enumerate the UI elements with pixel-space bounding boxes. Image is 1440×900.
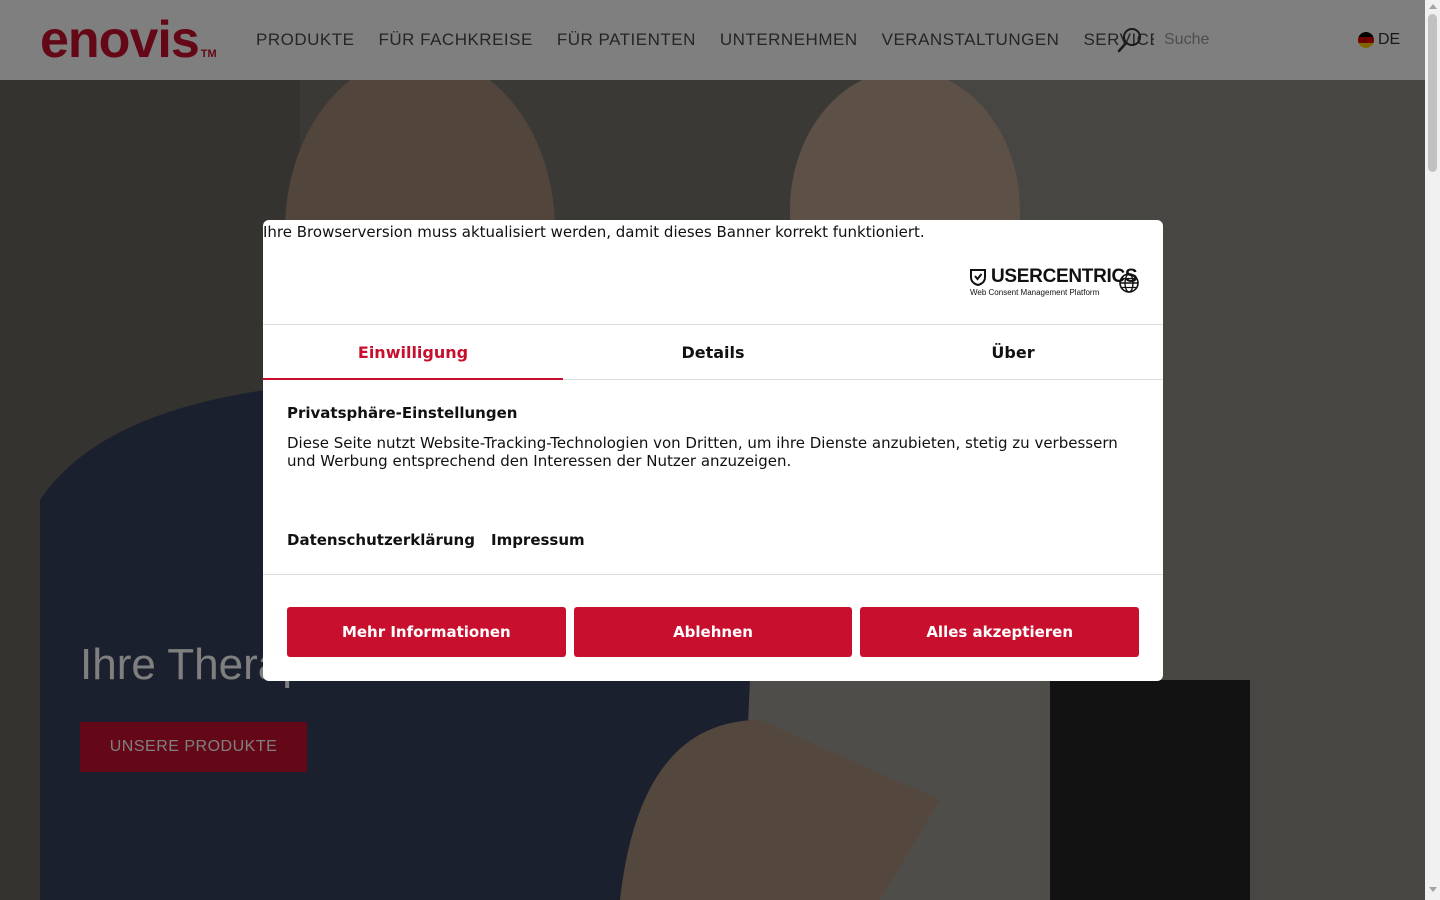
browser-update-notice: Ihre Browserversion muss aktualisiert we…	[263, 223, 925, 241]
privacy-policy-link[interactable]: Datenschutzerklärung	[287, 531, 475, 549]
privacy-settings-title: Privatsphäre-Einstellungen	[287, 404, 518, 422]
usercentrics-subtitle: Web Consent Management Platform	[970, 288, 1100, 297]
privacy-settings-text: Diese Seite nutzt Website-Tracking-Techn…	[287, 434, 1118, 470]
accept-all-button[interactable]: Alles akzeptieren	[860, 607, 1140, 657]
scroll-up-arrow-icon[interactable]	[1429, 4, 1437, 9]
tab-einwilligung[interactable]: Einwilligung	[263, 325, 563, 380]
dialog-divider	[263, 574, 1163, 575]
usercentrics-brand: USERCENTRICS	[991, 266, 1138, 287]
tab-ueber[interactable]: Über	[863, 325, 1163, 379]
more-information-button[interactable]: Mehr Informationen	[287, 607, 566, 657]
legal-links: Datenschutzerklärung Impressum	[287, 531, 585, 549]
page-scrollbar[interactable]	[1425, 0, 1440, 900]
scrollbar-thumb[interactable]	[1428, 14, 1437, 172]
decline-button[interactable]: Ablehnen	[573, 607, 853, 657]
imprint-link[interactable]: Impressum	[491, 531, 585, 549]
cookie-consent-dialog: Ihre Browserversion muss aktualisiert we…	[263, 220, 1163, 681]
globe-icon[interactable]	[1118, 272, 1140, 294]
tab-details[interactable]: Details	[563, 325, 863, 379]
consent-tabs: Einwilligung Details Über	[263, 324, 1163, 380]
scroll-down-arrow-icon[interactable]	[1429, 887, 1437, 892]
usercentrics-logo: USERCENTRICS Web Consent Management Plat…	[969, 266, 1138, 298]
shield-icon	[970, 269, 986, 286]
consent-button-row: Mehr Informationen Ablehnen Alles akzept…	[287, 607, 1140, 657]
